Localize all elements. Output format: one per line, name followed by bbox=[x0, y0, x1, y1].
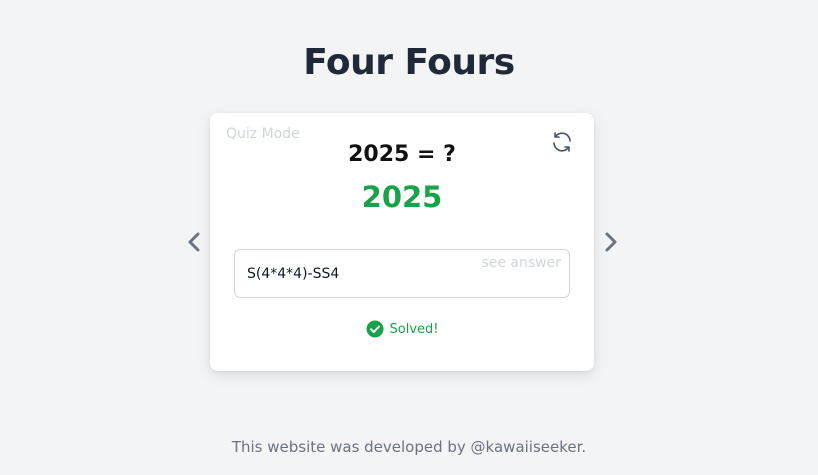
status-text: Solved! bbox=[389, 322, 439, 337]
next-button[interactable] bbox=[599, 231, 621, 253]
expression-input[interactable] bbox=[247, 264, 477, 284]
chevron-left-icon bbox=[188, 232, 200, 252]
previous-button[interactable] bbox=[184, 231, 206, 253]
chevron-right-icon bbox=[605, 232, 617, 252]
footer-credit: This website was developed by @kawaiisee… bbox=[231, 438, 587, 456]
page-title: Four Fours bbox=[303, 42, 515, 83]
status-message: Solved! bbox=[210, 320, 594, 340]
check-circle-icon bbox=[366, 320, 383, 337]
quiz-card: Quiz Mode 2025 = ? 2025 see answer Solve… bbox=[210, 113, 594, 371]
expression-field: see answer bbox=[234, 249, 570, 298]
target-number: 2025 bbox=[361, 180, 443, 214]
question-text: 2025 = ? bbox=[348, 142, 456, 167]
see-answer-link[interactable]: see answer bbox=[481, 254, 561, 272]
